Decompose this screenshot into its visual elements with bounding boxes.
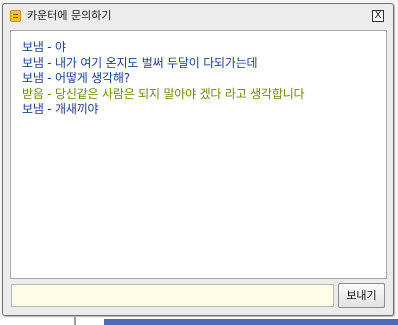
inquiry-dialog: 카운터에 문의하기 X 보냄 - 야 보냄 - 내가 여기 온지도 벌써 두달이… (2, 3, 394, 316)
dialog-titlebar[interactable]: 카운터에 문의하기 X (3, 4, 393, 28)
notepad-icon (10, 10, 21, 22)
backdrop-blue-bar (104, 319, 398, 325)
close-button[interactable]: X (372, 10, 384, 22)
send-button[interactable]: 보내기 (338, 283, 385, 308)
chat-log[interactable]: 보냄 - 야 보냄 - 내가 여기 온지도 벌써 두달이 다되가는데 보냄 - … (10, 30, 387, 279)
backdrop-divider (74, 316, 76, 325)
chat-message: 보냄 - 내가 여기 온지도 벌써 두달이 다되가는데 (22, 55, 258, 70)
chat-message: 보냄 - 야 (22, 40, 66, 54)
message-input[interactable] (11, 284, 334, 307)
chat-message: 받음 - 당신같은 사람은 되지 말아야 겠다 라고 생각합니다 (22, 86, 305, 101)
chat-message: 보냄 - 개새끼야 (22, 102, 99, 116)
dialog-title: 카운터에 문의하기 (27, 9, 112, 22)
chat-message: 보냄 - 어떻게 생각해? (22, 71, 130, 85)
